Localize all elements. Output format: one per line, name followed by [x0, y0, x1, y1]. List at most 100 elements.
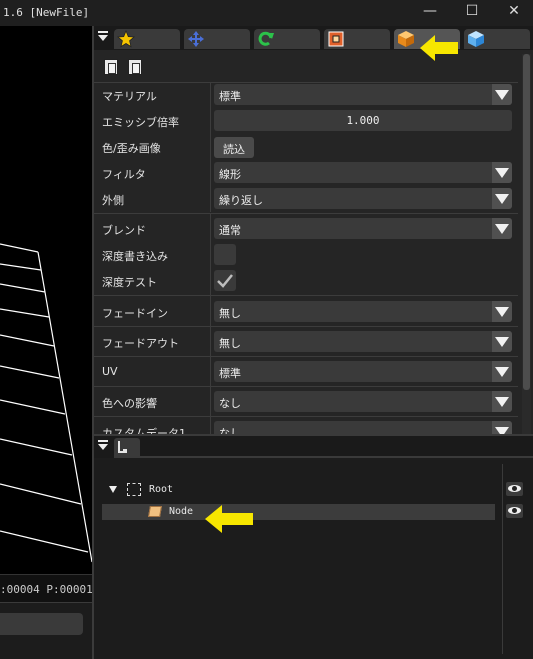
timeline-field[interactable]: [0, 613, 83, 635]
color-influence-select[interactable]: なし: [214, 391, 512, 412]
row-wrap: 外側 繰り返し: [94, 186, 518, 212]
fade-out-value: 無し: [219, 337, 241, 350]
blend-select[interactable]: 通常: [214, 218, 512, 239]
uv-label: UV: [102, 365, 118, 378]
tree-menu-icon[interactable]: [97, 440, 111, 454]
emissive-value: 1.000: [346, 114, 380, 127]
emissive-field[interactable]: 1.000: [214, 110, 512, 131]
node-tree: Root Node: [94, 460, 533, 659]
filter-select[interactable]: 線形: [214, 162, 512, 183]
tree-item-label: Node: [169, 506, 194, 517]
property-scrollbar[interactable]: [522, 54, 531, 434]
filter-label: フィルタ: [102, 168, 146, 181]
window-title: 1.6 [NewFile]: [3, 6, 90, 19]
wrap-select[interactable]: 繰り返し: [214, 188, 512, 209]
viewport-3d[interactable]: [0, 26, 92, 574]
row-depth-write: 深度書き込み: [94, 242, 518, 268]
tab-common[interactable]: [114, 29, 180, 49]
close-button[interactable]: ✕: [494, 0, 533, 26]
blend-value: 通常: [219, 224, 241, 237]
frame-counter: :00004 P:00001: [0, 583, 93, 596]
row-emissive: エミッシブ倍率 1.000: [94, 108, 518, 134]
fade-in-label: フェードイン: [102, 307, 168, 320]
filter-value: 線形: [219, 168, 241, 181]
annotation-arrow-icon: [420, 35, 458, 61]
tree-item-root[interactable]: Root: [102, 482, 495, 498]
row-material: マテリアル 標準: [94, 82, 518, 108]
fade-out-select[interactable]: 無し: [214, 331, 512, 352]
distortion-image-label: 色/歪み画像: [102, 142, 161, 155]
property-grid: マテリアル 標準 エミッシブ倍率 1.000 色/歪み画像 読込 フィルタ 線形: [94, 82, 518, 436]
minimize-button[interactable]: —: [410, 0, 450, 26]
chevron-down-icon: [492, 331, 512, 352]
tab-node-tree[interactable]: [114, 438, 140, 458]
panel-tab-bar: [94, 26, 533, 50]
annotation-arrow-icon: [205, 505, 253, 533]
tab-scale[interactable]: [324, 29, 390, 49]
title-bar: 1.6 [NewFile] — ☐ ✕: [0, 0, 533, 26]
row-color-influence: 色への影響 なし: [94, 386, 518, 416]
fade-in-select[interactable]: 無し: [214, 301, 512, 322]
frame-icon: [328, 31, 344, 47]
rotate-icon: [258, 31, 274, 46]
wrap-value: 繰り返し: [219, 194, 263, 207]
material-select[interactable]: 標準: [214, 84, 512, 105]
blend-label: ブレンド: [102, 224, 146, 237]
chevron-down-icon: [492, 84, 512, 105]
panel-menu-icon[interactable]: [97, 31, 111, 45]
paste-icon[interactable]: [128, 59, 142, 75]
depth-test-label: 深度テスト: [102, 276, 157, 289]
row-uv: UV 標準: [94, 356, 518, 386]
star-icon: [117, 30, 135, 48]
move-icon: [188, 31, 204, 47]
scrollbar-thumb[interactable]: [523, 54, 530, 390]
row-fade-out: フェードアウト 無し: [94, 326, 518, 356]
wrap-label: 外側: [102, 194, 124, 207]
checkmark-icon: [217, 274, 233, 288]
visibility-eye-icon[interactable]: [506, 504, 523, 518]
fade-in-value: 無し: [219, 307, 241, 320]
copy-icon[interactable]: [104, 59, 118, 75]
tree-icon: [118, 441, 127, 453]
row-blend: ブレンド 通常: [94, 216, 518, 242]
tree-item-node[interactable]: Node: [102, 504, 495, 520]
box-orange-icon: [398, 31, 414, 47]
node-icon: [148, 506, 162, 517]
depth-write-label: 深度書き込み: [102, 250, 168, 263]
property-panel: マテリアル 標準 エミッシブ倍率 1.000 色/歪み画像 読込 フィルタ 線形: [94, 26, 533, 659]
row-distortion-image: 色/歪み画像 読込: [94, 134, 518, 160]
depth-write-checkbox[interactable]: [214, 244, 236, 265]
visibility-eye-icon[interactable]: [506, 482, 523, 496]
color-influence-label: 色への影響: [102, 397, 157, 410]
tree-tab-bar: [94, 436, 533, 458]
emissive-label: エミッシブ倍率: [102, 116, 179, 129]
tab-render[interactable]: [464, 29, 530, 49]
uv-value: 標準: [219, 367, 241, 380]
chevron-down-icon: [492, 361, 512, 382]
box-blue-icon: [468, 31, 484, 47]
grid-wireframe: [0, 243, 92, 563]
depth-test-checkbox[interactable]: [214, 270, 236, 291]
expand-arrow-icon[interactable]: [109, 486, 117, 493]
chevron-down-icon: [492, 218, 512, 239]
row-fade-in: フェードイン 無し: [94, 296, 518, 326]
chevron-down-icon: [492, 162, 512, 183]
viewport-status-bar: :00004 P:00001: [0, 574, 93, 602]
material-label: マテリアル: [102, 90, 157, 103]
load-image-button-label: 読込: [223, 143, 245, 156]
tab-position[interactable]: [184, 29, 250, 49]
fade-out-label: フェードアウト: [102, 337, 179, 350]
row-depth-test: 深度テスト: [94, 268, 518, 294]
chevron-down-icon: [492, 391, 512, 412]
maximize-button[interactable]: ☐: [452, 0, 492, 26]
row-custom-data1: カスタムデータ1 なし: [94, 416, 518, 436]
row-filter: フィルタ 線形: [94, 160, 518, 186]
material-value: 標準: [219, 90, 241, 103]
tree-item-label: Root: [149, 484, 174, 495]
uv-select[interactable]: 標準: [214, 361, 512, 382]
tab-rotation[interactable]: [254, 29, 320, 49]
load-image-button[interactable]: 読込: [214, 137, 254, 158]
root-icon: [127, 483, 141, 496]
node-tree-panel: Root Node: [94, 434, 533, 659]
chevron-down-icon: [492, 301, 512, 322]
